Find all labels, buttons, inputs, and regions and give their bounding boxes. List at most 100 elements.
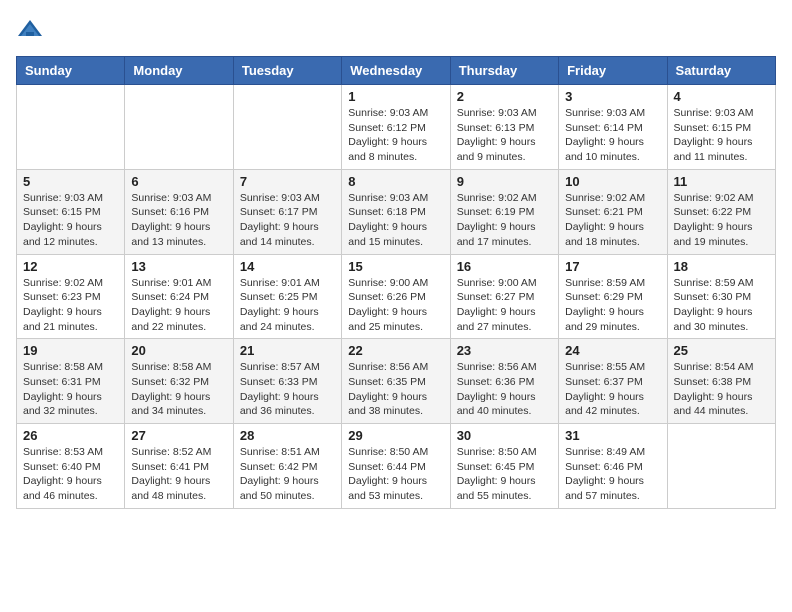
day-info: Sunrise: 9:03 AMSunset: 6:14 PMDaylight:… — [565, 106, 660, 165]
calendar-cell: 31 Sunrise: 8:49 AMSunset: 6:46 PMDayligh… — [559, 424, 667, 509]
day-info: Sunrise: 8:59 AMSunset: 6:30 PMDaylight:… — [674, 276, 769, 335]
day-number: 26 — [23, 428, 118, 443]
calendar-week-row: 19 Sunrise: 8:58 AMSunset: 6:31 PMDayligh… — [17, 339, 776, 424]
calendar-cell: 22 Sunrise: 8:56 AMSunset: 6:35 PMDayligh… — [342, 339, 450, 424]
day-info: Sunrise: 8:50 AMSunset: 6:44 PMDaylight:… — [348, 445, 443, 504]
day-number: 8 — [348, 174, 443, 189]
calendar-cell: 24Sunrise: 8:55 AMSunset: 6:37 PMDayligh… — [559, 339, 667, 424]
calendar-cell: 11 Sunrise: 9:02 AMSunset: 6:22 PMDayligh… — [667, 169, 775, 254]
day-number: 15 — [348, 259, 443, 274]
day-info: Sunrise: 8:56 AMSunset: 6:36 PMDaylight:… — [457, 360, 552, 419]
day-number: 11 — [674, 174, 769, 189]
day-number: 29 — [348, 428, 443, 443]
day-info: Sunrise: 9:03 AMSunset: 6:18 PMDaylight:… — [348, 191, 443, 250]
calendar: SundayMondayTuesdayWednesdayThursdayFrid… — [16, 56, 776, 509]
day-number: 30 — [457, 428, 552, 443]
calendar-cell: 26Sunrise: 8:53 AMSunset: 6:40 PMDayligh… — [17, 424, 125, 509]
day-number: 27 — [131, 428, 226, 443]
calendar-cell: 18 Sunrise: 8:59 AMSunset: 6:30 PMDayligh… — [667, 254, 775, 339]
day-number: 19 — [23, 343, 118, 358]
day-number: 2 — [457, 89, 552, 104]
day-number: 5 — [23, 174, 118, 189]
logo — [16, 16, 48, 44]
calendar-cell — [233, 85, 341, 170]
day-number: 6 — [131, 174, 226, 189]
day-number: 25 — [674, 343, 769, 358]
weekday-header: Tuesday — [233, 57, 341, 85]
day-number: 14 — [240, 259, 335, 274]
day-info: Sunrise: 8:56 AMSunset: 6:35 PMDaylight:… — [348, 360, 443, 419]
calendar-cell: 5 Sunrise: 9:03 AMSunset: 6:15 PMDaylight… — [17, 169, 125, 254]
calendar-header-row: SundayMondayTuesdayWednesdayThursdayFrid… — [17, 57, 776, 85]
day-number: 10 — [565, 174, 660, 189]
calendar-cell: 3 Sunrise: 9:03 AMSunset: 6:14 PMDaylight… — [559, 85, 667, 170]
calendar-cell: 4 Sunrise: 9:03 AMSunset: 6:15 PMDaylight… — [667, 85, 775, 170]
day-number: 22 — [348, 343, 443, 358]
day-number: 24 — [565, 343, 660, 358]
day-number: 21 — [240, 343, 335, 358]
day-info: Sunrise: 9:01 AMSunset: 6:24 PMDaylight:… — [131, 276, 226, 335]
weekday-header: Sunday — [17, 57, 125, 85]
day-info: Sunrise: 8:59 AMSunset: 6:29 PMDaylight:… — [565, 276, 660, 335]
day-info: Sunrise: 8:54 AMSunset: 6:38 PMDaylight:… — [674, 360, 769, 419]
day-number: 16 — [457, 259, 552, 274]
day-info: Sunrise: 9:03 AMSunset: 6:16 PMDaylight:… — [131, 191, 226, 250]
day-info: Sunrise: 9:03 AMSunset: 6:17 PMDaylight:… — [240, 191, 335, 250]
calendar-week-row: 5 Sunrise: 9:03 AMSunset: 6:15 PMDaylight… — [17, 169, 776, 254]
calendar-cell — [667, 424, 775, 509]
day-info: Sunrise: 8:57 AMSunset: 6:33 PMDaylight:… — [240, 360, 335, 419]
calendar-cell: 30 Sunrise: 8:50 AMSunset: 6:45 PMDayligh… — [450, 424, 558, 509]
page-header — [16, 16, 776, 44]
day-info: Sunrise: 8:50 AMSunset: 6:45 PMDaylight:… — [457, 445, 552, 504]
day-info: Sunrise: 8:51 AMSunset: 6:42 PMDaylight:… — [240, 445, 335, 504]
calendar-cell: 19 Sunrise: 8:58 AMSunset: 6:31 PMDayligh… — [17, 339, 125, 424]
calendar-cell: 16 Sunrise: 9:00 AMSunset: 6:27 PMDayligh… — [450, 254, 558, 339]
day-info: Sunrise: 9:03 AMSunset: 6:15 PMDaylight:… — [674, 106, 769, 165]
day-number: 18 — [674, 259, 769, 274]
day-number: 3 — [565, 89, 660, 104]
calendar-cell: 23Sunrise: 8:56 AMSunset: 6:36 PMDayligh… — [450, 339, 558, 424]
calendar-cell: 15 Sunrise: 9:00 AMSunset: 6:26 PMDayligh… — [342, 254, 450, 339]
calendar-cell: 12 Sunrise: 9:02 AMSunset: 6:23 PMDayligh… — [17, 254, 125, 339]
calendar-cell: 13 Sunrise: 9:01 AMSunset: 6:24 PMDayligh… — [125, 254, 233, 339]
calendar-cell — [17, 85, 125, 170]
day-number: 20 — [131, 343, 226, 358]
calendar-cell: 10 Sunrise: 9:02 AMSunset: 6:21 PMDayligh… — [559, 169, 667, 254]
calendar-cell: 20 Sunrise: 8:58 AMSunset: 6:32 PMDayligh… — [125, 339, 233, 424]
calendar-cell — [125, 85, 233, 170]
calendar-cell: 29 Sunrise: 8:50 AMSunset: 6:44 PMDayligh… — [342, 424, 450, 509]
day-info: Sunrise: 8:58 AMSunset: 6:31 PMDaylight:… — [23, 360, 118, 419]
weekday-header: Friday — [559, 57, 667, 85]
logo-icon — [16, 16, 44, 44]
day-number: 31 — [565, 428, 660, 443]
day-info: Sunrise: 9:03 AMSunset: 6:15 PMDaylight:… — [23, 191, 118, 250]
weekday-header: Saturday — [667, 57, 775, 85]
calendar-cell: 27 Sunrise: 8:52 AMSunset: 6:41 PMDayligh… — [125, 424, 233, 509]
weekday-header: Monday — [125, 57, 233, 85]
calendar-cell: 7 Sunrise: 9:03 AMSunset: 6:17 PMDaylight… — [233, 169, 341, 254]
calendar-cell: 1Sunrise: 9:03 AMSunset: 6:12 PMDaylight… — [342, 85, 450, 170]
day-number: 13 — [131, 259, 226, 274]
day-info: Sunrise: 8:58 AMSunset: 6:32 PMDaylight:… — [131, 360, 226, 419]
calendar-cell: 6 Sunrise: 9:03 AMSunset: 6:16 PMDaylight… — [125, 169, 233, 254]
day-info: Sunrise: 8:52 AMSunset: 6:41 PMDaylight:… — [131, 445, 226, 504]
day-number: 28 — [240, 428, 335, 443]
day-info: Sunrise: 9:00 AMSunset: 6:27 PMDaylight:… — [457, 276, 552, 335]
day-info: Sunrise: 9:02 AMSunset: 6:21 PMDaylight:… — [565, 191, 660, 250]
calendar-cell: 17Sunrise: 8:59 AMSunset: 6:29 PMDayligh… — [559, 254, 667, 339]
day-info: Sunrise: 9:02 AMSunset: 6:23 PMDaylight:… — [23, 276, 118, 335]
weekday-header: Wednesday — [342, 57, 450, 85]
calendar-week-row: 12 Sunrise: 9:02 AMSunset: 6:23 PMDayligh… — [17, 254, 776, 339]
day-info: Sunrise: 9:02 AMSunset: 6:22 PMDaylight:… — [674, 191, 769, 250]
calendar-week-row: 26Sunrise: 8:53 AMSunset: 6:40 PMDayligh… — [17, 424, 776, 509]
calendar-week-row: 1Sunrise: 9:03 AMSunset: 6:12 PMDaylight… — [17, 85, 776, 170]
day-number: 4 — [674, 89, 769, 104]
day-info: Sunrise: 9:03 AMSunset: 6:12 PMDaylight:… — [348, 106, 443, 165]
day-info: Sunrise: 9:00 AMSunset: 6:26 PMDaylight:… — [348, 276, 443, 335]
calendar-cell: 28 Sunrise: 8:51 AMSunset: 6:42 PMDayligh… — [233, 424, 341, 509]
calendar-cell: 14Sunrise: 9:01 AMSunset: 6:25 PMDayligh… — [233, 254, 341, 339]
calendar-cell: 21 Sunrise: 8:57 AMSunset: 6:33 PMDayligh… — [233, 339, 341, 424]
day-info: Sunrise: 8:49 AMSunset: 6:46 PMDaylight:… — [565, 445, 660, 504]
day-number: 7 — [240, 174, 335, 189]
day-number: 12 — [23, 259, 118, 274]
